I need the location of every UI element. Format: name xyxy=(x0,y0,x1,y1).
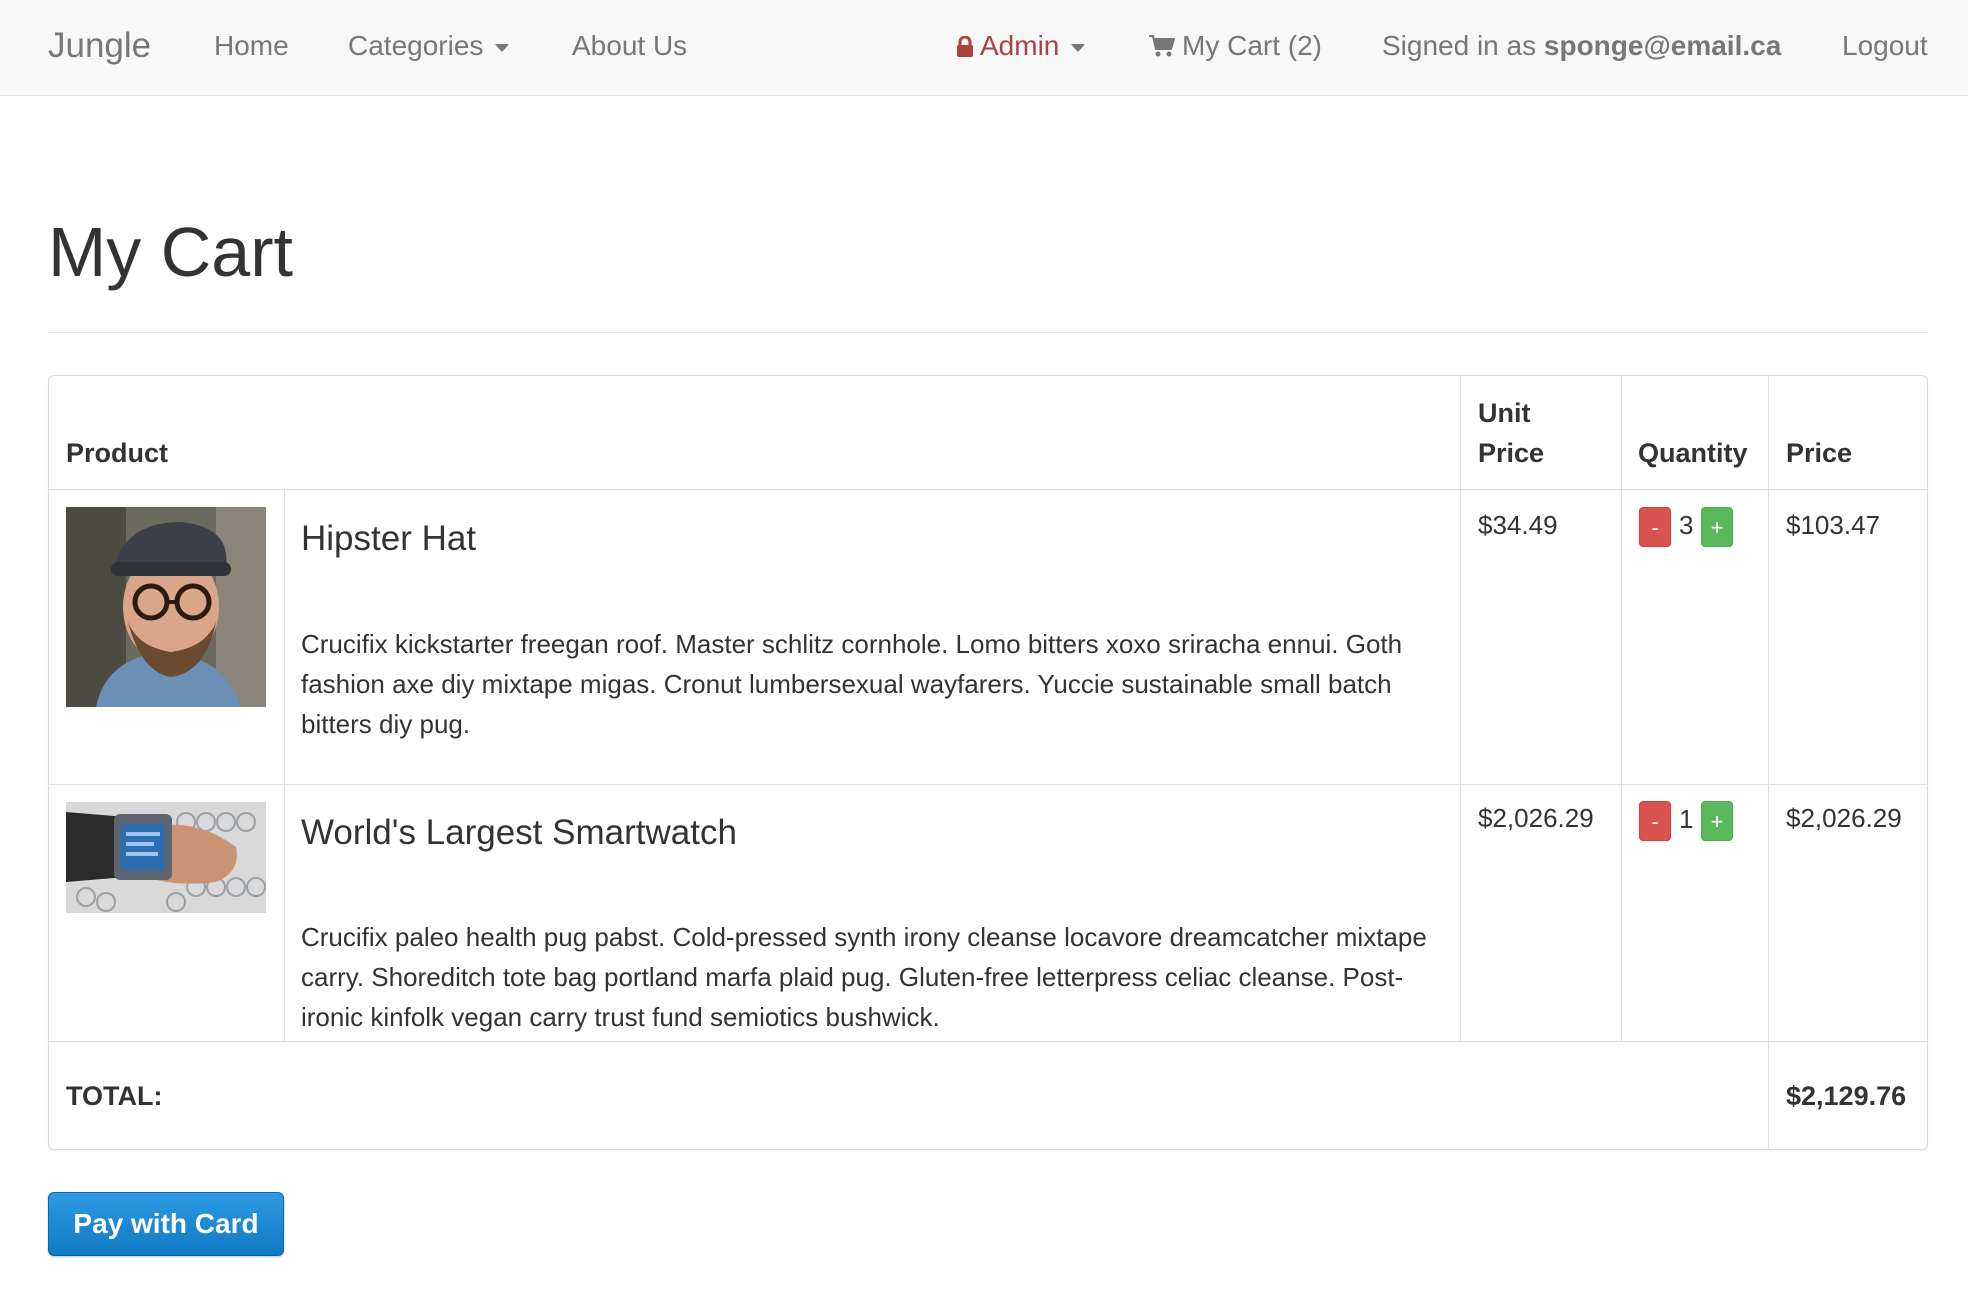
header-product: Product xyxy=(66,438,169,468)
unit-price: $2,026.29 xyxy=(1478,803,1594,833)
column-divider xyxy=(1460,376,1461,1041)
nav-about-link[interactable]: About Us xyxy=(572,28,687,64)
product-image-smartwatch xyxy=(66,802,266,913)
column-divider xyxy=(1768,376,1769,1149)
page-title: My Cart xyxy=(48,213,293,291)
top-navbar: Jungle Home Categories About Us Admin My… xyxy=(0,0,1968,96)
row-divider xyxy=(49,1041,1927,1042)
column-divider xyxy=(1621,376,1622,1041)
total-label: TOTAL: xyxy=(66,1081,163,1111)
row-divider xyxy=(49,489,1927,490)
line-price: $103.47 xyxy=(1786,510,1880,540)
nav-logout-link[interactable]: Logout xyxy=(1842,28,1928,64)
brand-logo[interactable]: Jungle xyxy=(48,26,151,66)
unit-price: $34.49 xyxy=(1478,510,1558,540)
signed-in-status: Signed in as sponge@email.ca xyxy=(1382,28,1781,64)
signed-in-email: sponge@email.ca xyxy=(1543,30,1782,61)
product-image-hipster-hat xyxy=(66,507,266,707)
signed-in-prefix: Signed in as xyxy=(1382,30,1537,61)
header-unit-price: Unit Price xyxy=(1478,393,1544,473)
decrease-quantity-button[interactable]: - xyxy=(1639,507,1671,547)
row-divider xyxy=(49,784,1927,785)
nav-admin-label: Admin xyxy=(980,30,1060,61)
pay-with-card-button[interactable]: Pay with Card xyxy=(48,1192,284,1256)
column-divider xyxy=(284,489,285,1041)
header-price: Price xyxy=(1786,438,1853,468)
quantity-value: 3 xyxy=(1679,510,1694,540)
cart-table: Product Unit Price Quantity Price Hipste… xyxy=(48,375,1928,1150)
nav-categories-dropdown[interactable]: Categories xyxy=(348,28,510,64)
lock-icon xyxy=(957,36,973,57)
quantity-value: 1 xyxy=(1679,804,1694,834)
header-unit-price-line2: Price xyxy=(1478,438,1545,468)
product-name[interactable]: World's Largest Smartwatch xyxy=(301,812,737,854)
nav-home-link[interactable]: Home xyxy=(214,28,289,64)
product-description: Crucifix paleo health pug pabst. Cold-pr… xyxy=(301,922,1427,1032)
nav-categories-label: Categories xyxy=(348,30,484,61)
nav-admin-dropdown[interactable]: Admin xyxy=(956,28,1086,64)
line-price: $2,026.29 xyxy=(1786,803,1902,833)
header-unit-price-line1: Unit xyxy=(1478,398,1531,428)
decrease-quantity-button[interactable]: - xyxy=(1639,801,1671,841)
product-description: Crucifix kickstarter freegan roof. Maste… xyxy=(301,629,1403,739)
product-name[interactable]: Hipster Hat xyxy=(301,518,476,560)
increase-quantity-button[interactable]: + xyxy=(1701,801,1733,841)
shopping-cart-icon xyxy=(1149,35,1175,57)
total-value: $2,129.76 xyxy=(1786,1081,1907,1111)
header-divider xyxy=(48,332,1928,333)
nav-cart-link[interactable]: My Cart (2) xyxy=(1148,28,1322,64)
nav-cart-label: My Cart (2) xyxy=(1182,30,1322,61)
header-quantity: Quantity xyxy=(1638,438,1748,468)
chevron-down-icon xyxy=(1071,43,1086,52)
chevron-down-icon xyxy=(495,43,510,52)
increase-quantity-button[interactable]: + xyxy=(1701,507,1733,547)
